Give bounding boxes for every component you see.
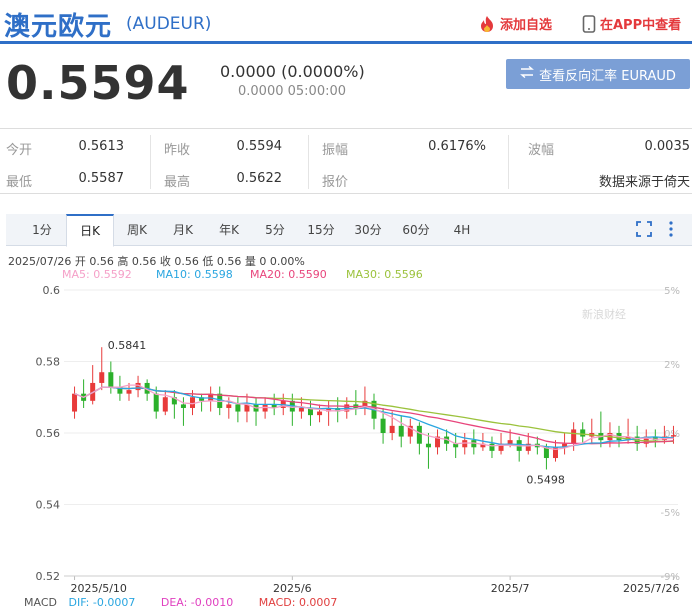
candle bbox=[425, 443, 431, 448]
open-app-label: 在APP中查看 bbox=[600, 18, 682, 33]
candle bbox=[99, 372, 105, 383]
stat-label: 报价 bbox=[322, 175, 349, 190]
current-price: 0.5594 bbox=[6, 56, 190, 110]
tab-15min[interactable]: 15分 bbox=[300, 214, 342, 246]
open-app-button[interactable]: 在APP中查看 bbox=[582, 14, 681, 33]
macd-dif: DIF: -0.0007 bbox=[68, 596, 136, 609]
stats-row: 最低 0.5587 最高 0.5622 报价 数据来源于倚天 bbox=[0, 163, 692, 195]
kline-chart[interactable]: 0.60.580.560.540.525%2%0%-5%-9%新浪财经0.584… bbox=[0, 280, 692, 596]
candle bbox=[226, 404, 232, 408]
tab-yearly[interactable]: 年K bbox=[208, 214, 250, 246]
candle bbox=[398, 425, 404, 437]
add-watchlist-label: 添加自选 bbox=[500, 18, 553, 33]
tab-5min[interactable]: 5分 bbox=[254, 214, 296, 246]
candle bbox=[298, 407, 304, 412]
stat-value: 0.5594 bbox=[236, 139, 283, 154]
macd-title: MACD bbox=[24, 596, 57, 609]
x-tick-label: 2025/5/10 bbox=[71, 582, 127, 595]
y-tick-label: 0.54 bbox=[36, 499, 61, 512]
quote-time: 0.0000 05:00:00 bbox=[238, 84, 347, 99]
candle bbox=[108, 372, 114, 387]
tab-monthly[interactable]: 月K bbox=[162, 214, 204, 246]
candle bbox=[670, 435, 676, 437]
pct-tick-label: -5% bbox=[661, 508, 680, 519]
tab-60min[interactable]: 60分 bbox=[394, 214, 438, 246]
high-annotation: 0.5841 bbox=[108, 339, 147, 352]
stat-label: 最低 bbox=[6, 175, 33, 190]
stat-label: 最高 bbox=[164, 175, 191, 190]
fullscreen-icon[interactable] bbox=[636, 221, 652, 241]
x-tick-label: 2025/7 bbox=[491, 582, 530, 595]
page-title: 澳元欧元 bbox=[4, 12, 113, 42]
candle-info: 2025/07/26 开 0.56 高 0.56 收 0.56 低 0.56 量… bbox=[8, 255, 305, 268]
y-tick-label: 0.6 bbox=[43, 284, 61, 297]
stat-label: 今开 bbox=[6, 143, 33, 158]
x-tick-label: 2025/7/26 bbox=[623, 582, 679, 595]
stat-value: 0.5622 bbox=[236, 171, 283, 186]
candle bbox=[380, 418, 386, 433]
macd-value: MACD: 0.0007 bbox=[258, 596, 338, 609]
stat-value: 0.5587 bbox=[78, 171, 125, 186]
period-tabs: 1分 日K 周K 月K 年K 5分 15分 30分 60分 4H bbox=[6, 214, 692, 247]
candle bbox=[507, 440, 513, 444]
candle bbox=[126, 390, 132, 394]
x-tick-label: 2025/6 bbox=[273, 582, 312, 595]
candle bbox=[153, 393, 159, 412]
candle bbox=[489, 443, 495, 451]
tab-weekly[interactable]: 周K bbox=[116, 214, 158, 246]
stat-label: 波幅 bbox=[528, 143, 555, 158]
y-tick-label: 0.58 bbox=[36, 356, 61, 369]
candle bbox=[72, 393, 78, 412]
phone-icon bbox=[582, 14, 596, 33]
symbol-code: (AUDEUR) bbox=[126, 14, 212, 34]
candle bbox=[389, 425, 395, 433]
low-annotation: 0.5498 bbox=[526, 473, 565, 486]
macd-line: MACD DIF: -0.0007 DEA: -0.0010 MACD: 0.0… bbox=[24, 596, 337, 609]
tab-daily[interactable]: 日K bbox=[66, 214, 114, 247]
pct-tick-label: 5% bbox=[664, 286, 680, 297]
price-change: 0.0000 (0.0000%) bbox=[220, 62, 365, 81]
tab-4h[interactable]: 4H bbox=[442, 214, 482, 246]
watermark: 新浪财经 bbox=[582, 307, 626, 321]
add-watchlist-button[interactable]: 添加自选 bbox=[478, 14, 552, 33]
stat-label: 振幅 bbox=[322, 143, 349, 158]
header: 澳元欧元 (AUDEUR) 添加自选 在APP中查看 bbox=[0, 0, 692, 44]
y-tick-label: 0.56 bbox=[36, 427, 61, 440]
stat-value: 0.5613 bbox=[78, 139, 125, 154]
candle bbox=[580, 429, 586, 437]
reverse-rate-button[interactable]: 查看反向汇率 EURAUD bbox=[506, 59, 690, 89]
stat-value: 0.6176% bbox=[428, 139, 486, 154]
stats-table: 今开 0.5613 昨收 0.5594 振幅 0.6176% 波幅 0.0035… bbox=[0, 128, 692, 194]
stat-value: 0.0035 bbox=[644, 139, 691, 154]
swap-icon bbox=[520, 65, 535, 82]
data-source: 数据来源于倚天 bbox=[598, 175, 690, 190]
candle bbox=[162, 397, 168, 412]
pct-tick-label: 2% bbox=[664, 360, 680, 371]
candle bbox=[317, 411, 323, 416]
more-icon[interactable] bbox=[668, 221, 674, 241]
tab-1min[interactable]: 1分 bbox=[22, 214, 62, 246]
tab-30min[interactable]: 30分 bbox=[346, 214, 390, 246]
candle bbox=[571, 429, 577, 444]
candle bbox=[416, 425, 422, 444]
reverse-rate-label: 查看反向汇率 EURAUD bbox=[539, 68, 676, 84]
candle bbox=[180, 404, 186, 408]
stat-label: 昨收 bbox=[164, 143, 191, 158]
candle bbox=[235, 404, 241, 412]
macd-dea: DEA: -0.0010 bbox=[160, 596, 234, 609]
y-tick-label: 0.52 bbox=[36, 570, 61, 583]
fire-icon bbox=[478, 15, 496, 33]
stats-row: 今开 0.5613 昨收 0.5594 振幅 0.6176% 波幅 0.0035 bbox=[0, 131, 692, 163]
